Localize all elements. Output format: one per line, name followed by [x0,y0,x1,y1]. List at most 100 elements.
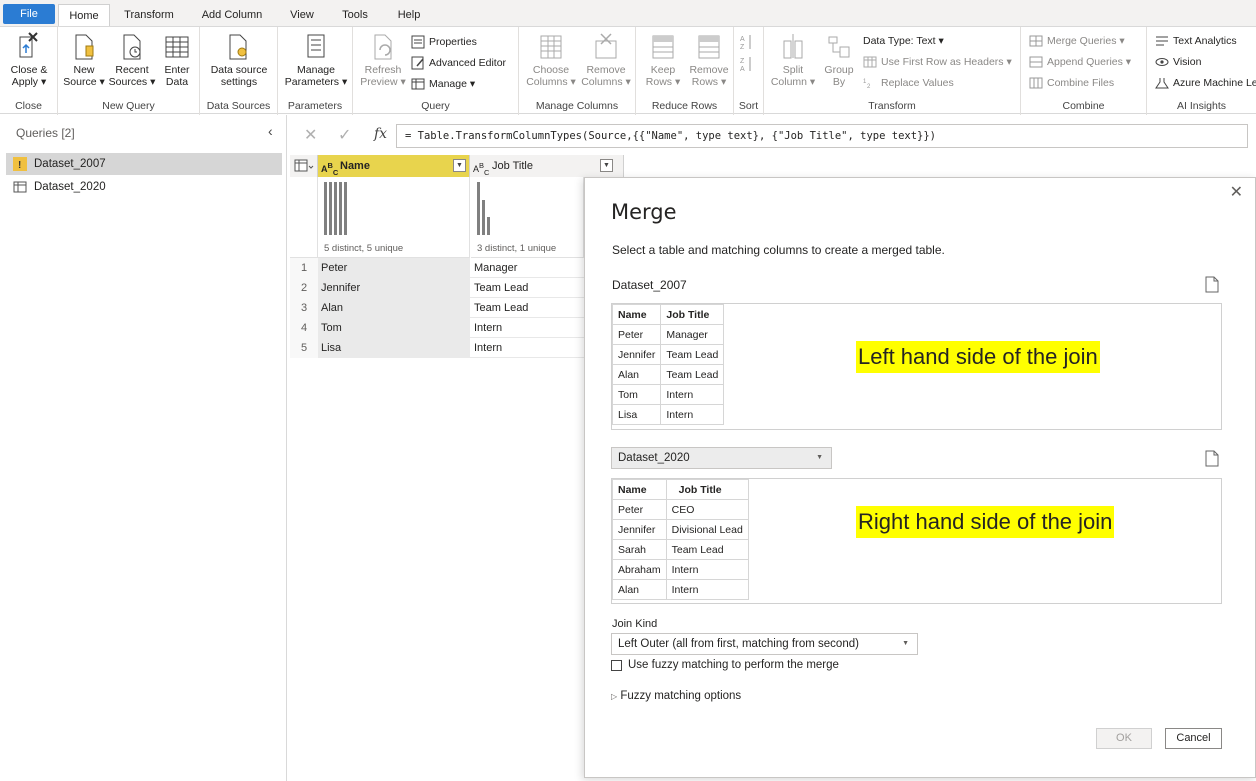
query-item-dataset-2020[interactable]: Dataset_2020 [6,176,282,198]
left-join-annotation: Left hand side of the join [856,341,1100,373]
enter-data-button[interactable]: Enter Data [158,31,196,88]
cancel-formula-icon[interactable]: ✕ [304,125,317,145]
keep-rows-button[interactable]: Keep Rows ▾ [640,31,686,88]
table-row[interactable]: 4 Tom Intern [290,318,584,338]
choose-columns-button[interactable]: Choose Columns ▾ [525,31,577,88]
join-kind-label: Join Kind [612,618,658,630]
sort-ascending-button[interactable]: AZ [740,33,754,51]
collapse-pane-icon[interactable]: ‹ [268,123,273,139]
tab-add-column[interactable]: Add Column [192,4,272,26]
table-row: Peter Manager [611,324,725,345]
file-preview-icon[interactable] [1205,276,1219,293]
table-menu-button[interactable] [290,155,318,177]
refresh-preview-button[interactable]: Refresh Preview ▾ [359,31,407,88]
query-item-dataset-2007[interactable]: ! Dataset_2007 [6,153,282,175]
fuzzy-options-expander[interactable]: ▷ Fuzzy matching options [611,690,741,702]
merge-queries-icon [1029,35,1043,47]
remove-columns-icon [595,33,617,59]
text-analytics-button[interactable]: Text Analytics [1155,35,1237,47]
column-header[interactable]: Name [612,479,667,500]
table-icon [13,181,27,193]
svg-text:A: A [740,66,745,73]
distribution-bar [477,182,480,235]
first-table: Name Job Title Peter Manager Jennifer Team… [611,304,725,425]
remove-columns-button[interactable]: Remove Columns ▾ [579,31,633,88]
ok-button[interactable]: OK [1096,728,1152,749]
warning-icon: ! [13,157,27,171]
vision-button[interactable]: Vision [1155,56,1201,68]
properties-button[interactable]: Properties [411,35,477,49]
tab-transform[interactable]: Transform [114,4,184,26]
tab-help[interactable]: Help [388,4,430,26]
formula-input[interactable]: = Table.TransformColumnTypes(Source,{{"N… [396,124,1248,148]
close-apply-button[interactable]: Close & Apply ▾ [6,31,52,88]
profile-label-name: 5 distinct, 5 unique [324,243,404,254]
expand-triangle-icon: ▷ [611,692,618,701]
remove-rows-button[interactable]: Remove Rows ▾ [686,31,732,88]
group-close: Close & Apply ▾ Close [0,27,58,115]
checkbox[interactable] [611,659,622,671]
column-header[interactable]: Job Title [665,479,749,500]
table-row[interactable]: 3 Alan Team Lead [290,298,584,318]
filter-dropdown-icon[interactable]: ▼ [453,159,466,172]
distribution-bar [329,182,332,235]
sort-ascending-icon: AZ [740,35,751,51]
filter-dropdown-icon[interactable]: ▼ [600,159,613,172]
tab-home[interactable]: Home [58,4,110,26]
merge-queries-button[interactable]: Merge Queries ▾ [1029,35,1125,47]
recent-sources-button[interactable]: Recent Sources ▾ [108,31,156,88]
commit-formula-icon[interactable]: ✓ [338,125,351,145]
use-first-row-headers-button[interactable]: Use First Row as Headers ▾ [863,56,1012,68]
replace-values-icon: 12 [863,79,871,89]
data-source-settings-button[interactable]: Data source settings [204,31,274,88]
combine-files-button[interactable]: Combine Files [1029,77,1114,89]
table-row[interactable]: 1 Peter Manager [290,258,584,278]
group-by-button[interactable]: Group By [820,31,858,88]
close-apply-icon [19,32,38,58]
group-reduce-rows: Keep Rows ▾ Remove Rows ▾ Reduce Rows [636,27,734,115]
fuzzy-matching-checkbox[interactable]: Use fuzzy matching to perform the merge [611,659,839,671]
append-queries-button[interactable]: Append Queries ▾ [1029,56,1131,68]
close-dialog-icon[interactable]: ✕ [1230,182,1243,202]
replace-values-button[interactable]: 12 Replace Values [863,77,954,89]
properties-icon [411,35,425,49]
group-label-query: Query [421,100,450,112]
second-table-select[interactable]: Dataset_2020 ▼ [611,447,832,469]
manage-parameters-button[interactable]: Manage Parameters ▾ [281,31,351,88]
column-header-job-title[interactable]: ABC Job Title ▼ [470,155,624,177]
fx-icon: fx [374,126,388,142]
table-row[interactable]: 2 Jennifer Team Lead [290,278,584,298]
group-label-parameters: Parameters [287,100,343,112]
distribution-bar [482,200,485,235]
manage-query-button[interactable]: Manage ▾ [411,77,475,91]
file-preview-icon[interactable] [1205,450,1219,467]
column-header[interactable]: Job Title [660,304,725,325]
new-source-button[interactable]: New Source ▾ [62,31,106,88]
choose-columns-icon [540,35,562,59]
data-type-dropdown[interactable]: Data Type: Text ▾ [863,35,944,47]
second-table-preview: Name Job Title Peter CEO Jennifer Division… [611,478,1222,604]
tab-view[interactable]: View [282,4,322,26]
advanced-editor-button[interactable]: Advanced Editor [411,56,506,70]
group-label-ai-insights: AI Insights [1176,100,1227,112]
tab-tools[interactable]: Tools [332,4,378,26]
table-row[interactable]: 5 Lisa Intern [290,338,584,358]
sort-descending-button[interactable]: ZA [740,55,754,73]
column-header[interactable]: Name [611,304,662,325]
ribbon-tab-bar: File Home Transform Add Column View Tool… [0,0,1256,26]
group-combine: Merge Queries ▾ Append Queries ▾ Combine… [1021,27,1147,115]
table-menu-icon [294,159,314,172]
advanced-editor-icon [411,56,424,70]
cancel-button[interactable]: Cancel [1165,728,1222,749]
group-label-sort: Sort [738,100,759,112]
tab-file[interactable]: File [3,4,55,24]
split-column-button[interactable]: Split Column ▾ [768,31,818,88]
join-kind-select[interactable]: Left Outer (all from first, matching fro… [611,633,918,655]
column-header-name[interactable]: ABC Name ▼ [318,155,470,177]
table-row: Jennifer Team Lead [611,344,725,365]
table-row: Tom Intern [611,384,725,405]
recent-sources-icon [123,34,141,60]
table-row: Alan Team Lead [611,364,725,385]
azure-ml-button[interactable]: Azure Machine Le [1155,77,1256,89]
manage-icon [411,78,425,90]
